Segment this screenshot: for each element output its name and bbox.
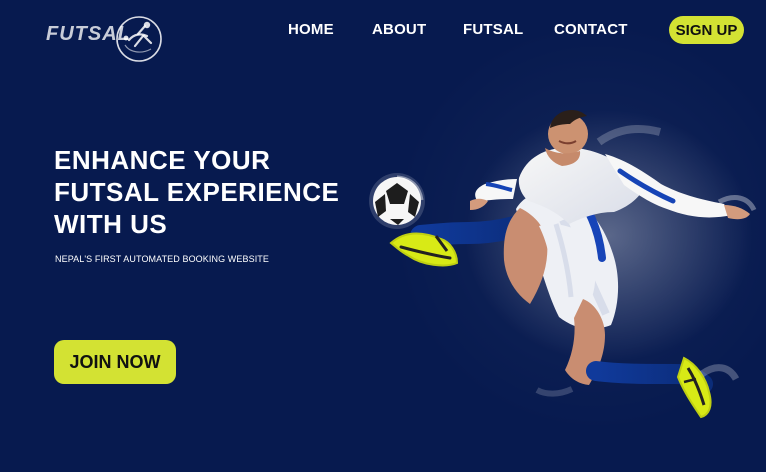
nav-contact[interactable]: CONTACT (554, 21, 628, 38)
nav-futsal[interactable]: FUTSAL (463, 21, 523, 38)
landing-page: FUTSAL HOME ABOUT FUTSAL CONTACT SIGN UP… (0, 0, 766, 472)
hero-title: ENHANCE YOUR FUTSAL EXPERIENCE WITH US (54, 145, 340, 239)
nav-home[interactable]: HOME (288, 21, 334, 38)
hero-subtitle: NEPAL'S FIRST AUTOMATED BOOKING WEBSITE (55, 254, 269, 264)
nav-about[interactable]: ABOUT (372, 21, 426, 38)
main-navigation: HOME ABOUT FUTSAL CONTACT SIGN UP (0, 0, 766, 60)
join-now-button[interactable]: JOIN NOW (54, 340, 176, 384)
hero-player-image (362, 106, 766, 420)
sign-up-button[interactable]: SIGN UP (669, 16, 744, 44)
football-player-kicking-ball-icon (369, 109, 757, 419)
